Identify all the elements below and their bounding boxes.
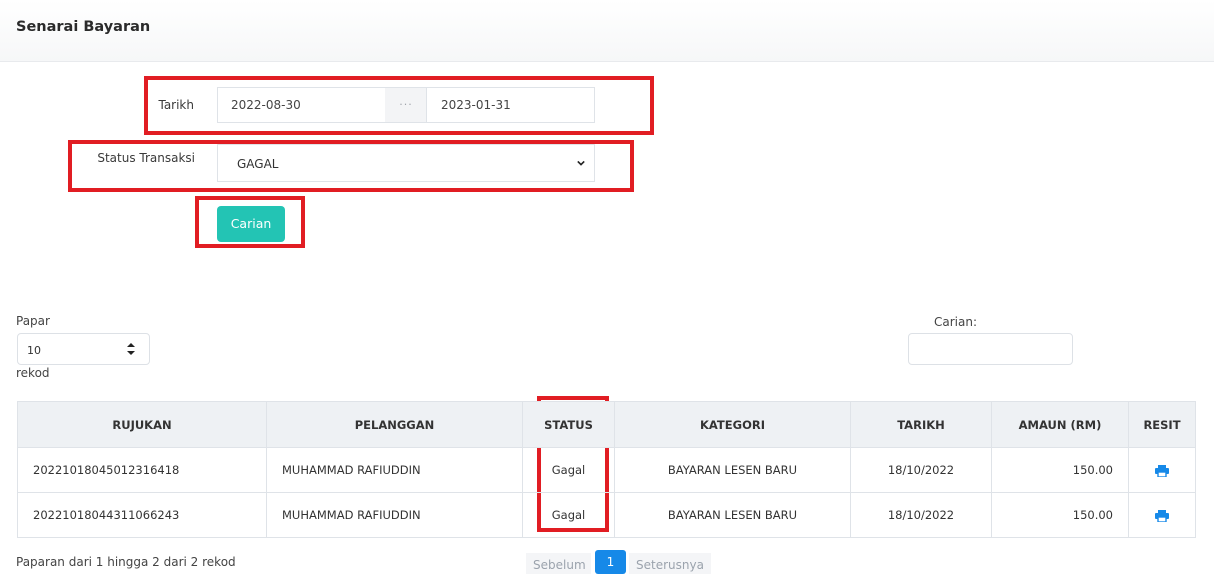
cell-rujukan: 20221018045012316418 xyxy=(17,447,267,493)
print-icon[interactable] xyxy=(1155,464,1169,477)
cell-status: Gagal xyxy=(522,447,615,493)
page-title: Senarai Bayaran xyxy=(16,19,151,35)
cell-amaun: 150.00 xyxy=(991,447,1129,493)
column-header-tarikh[interactable]: TARIKH xyxy=(850,401,992,448)
print-icon[interactable] xyxy=(1155,509,1169,522)
status-select-value: GAGAL xyxy=(237,157,279,171)
column-header-status[interactable]: STATUS xyxy=(522,401,615,448)
table-search-label: Carian: xyxy=(934,315,978,329)
status-select[interactable]: GAGAL xyxy=(217,144,595,182)
date-to-input[interactable]: 2023-01-31 xyxy=(426,87,595,123)
show-entries-label: Papar xyxy=(16,314,50,328)
status-transaksi-label: Status Transaksi xyxy=(97,151,195,165)
cell-resit xyxy=(1128,447,1196,493)
table-row: 20221018044311066243 MUHAMMAD RAFIUDDIN … xyxy=(17,492,1196,538)
payments-table: RUJUKAN PELANGGAN STATUS KATEGORI TARIKH… xyxy=(17,401,1196,538)
date-range-separator: ··· xyxy=(385,87,427,123)
date-from-input[interactable]: 2022-08-30 xyxy=(217,87,386,123)
chevron-down-icon xyxy=(577,160,585,166)
cell-amaun: 150.00 xyxy=(991,492,1129,538)
sort-arrows-icon xyxy=(127,343,135,355)
column-header-rujukan[interactable]: RUJUKAN xyxy=(17,401,267,448)
page-header: Senarai Bayaran xyxy=(0,0,1214,62)
table-row: 20221018045012316418 MUHAMMAD RAFIUDDIN … xyxy=(17,447,1196,493)
column-header-pelanggan[interactable]: PELANGGAN xyxy=(266,401,523,448)
entries-length-value: 10 xyxy=(27,344,41,357)
tarikh-label: Tarikh xyxy=(158,98,194,112)
pagination-page-1[interactable]: 1 xyxy=(595,550,626,574)
table-header-row: RUJUKAN PELANGGAN STATUS KATEGORI TARIKH… xyxy=(17,401,1196,448)
cell-pelanggan: MUHAMMAD RAFIUDDIN xyxy=(266,447,523,493)
search-button[interactable]: Carian xyxy=(217,206,285,242)
cell-rujukan: 20221018044311066243 xyxy=(17,492,267,538)
cell-status: Gagal xyxy=(522,492,615,538)
pagination-next[interactable]: Seterusnya xyxy=(629,553,711,574)
column-header-kategori[interactable]: KATEGORI xyxy=(614,401,851,448)
table-info: Paparan dari 1 hingga 2 dari 2 rekod xyxy=(16,555,236,569)
cell-tarikh: 18/10/2022 xyxy=(850,492,992,538)
table-search-input[interactable] xyxy=(908,333,1073,365)
cell-pelanggan: MUHAMMAD RAFIUDDIN xyxy=(266,492,523,538)
entries-length-select[interactable]: 10 xyxy=(17,333,150,365)
cell-kategori: BAYARAN LESEN BARU xyxy=(614,447,851,493)
column-header-resit[interactable]: RESIT xyxy=(1128,401,1196,448)
column-header-amaun[interactable]: AMAUN (RM) xyxy=(991,401,1129,448)
pagination-prev[interactable]: Sebelum xyxy=(526,553,591,574)
records-label: rekod xyxy=(16,366,50,380)
cell-tarikh: 18/10/2022 xyxy=(850,447,992,493)
cell-resit xyxy=(1128,492,1196,538)
cell-kategori: BAYARAN LESEN BARU xyxy=(614,492,851,538)
